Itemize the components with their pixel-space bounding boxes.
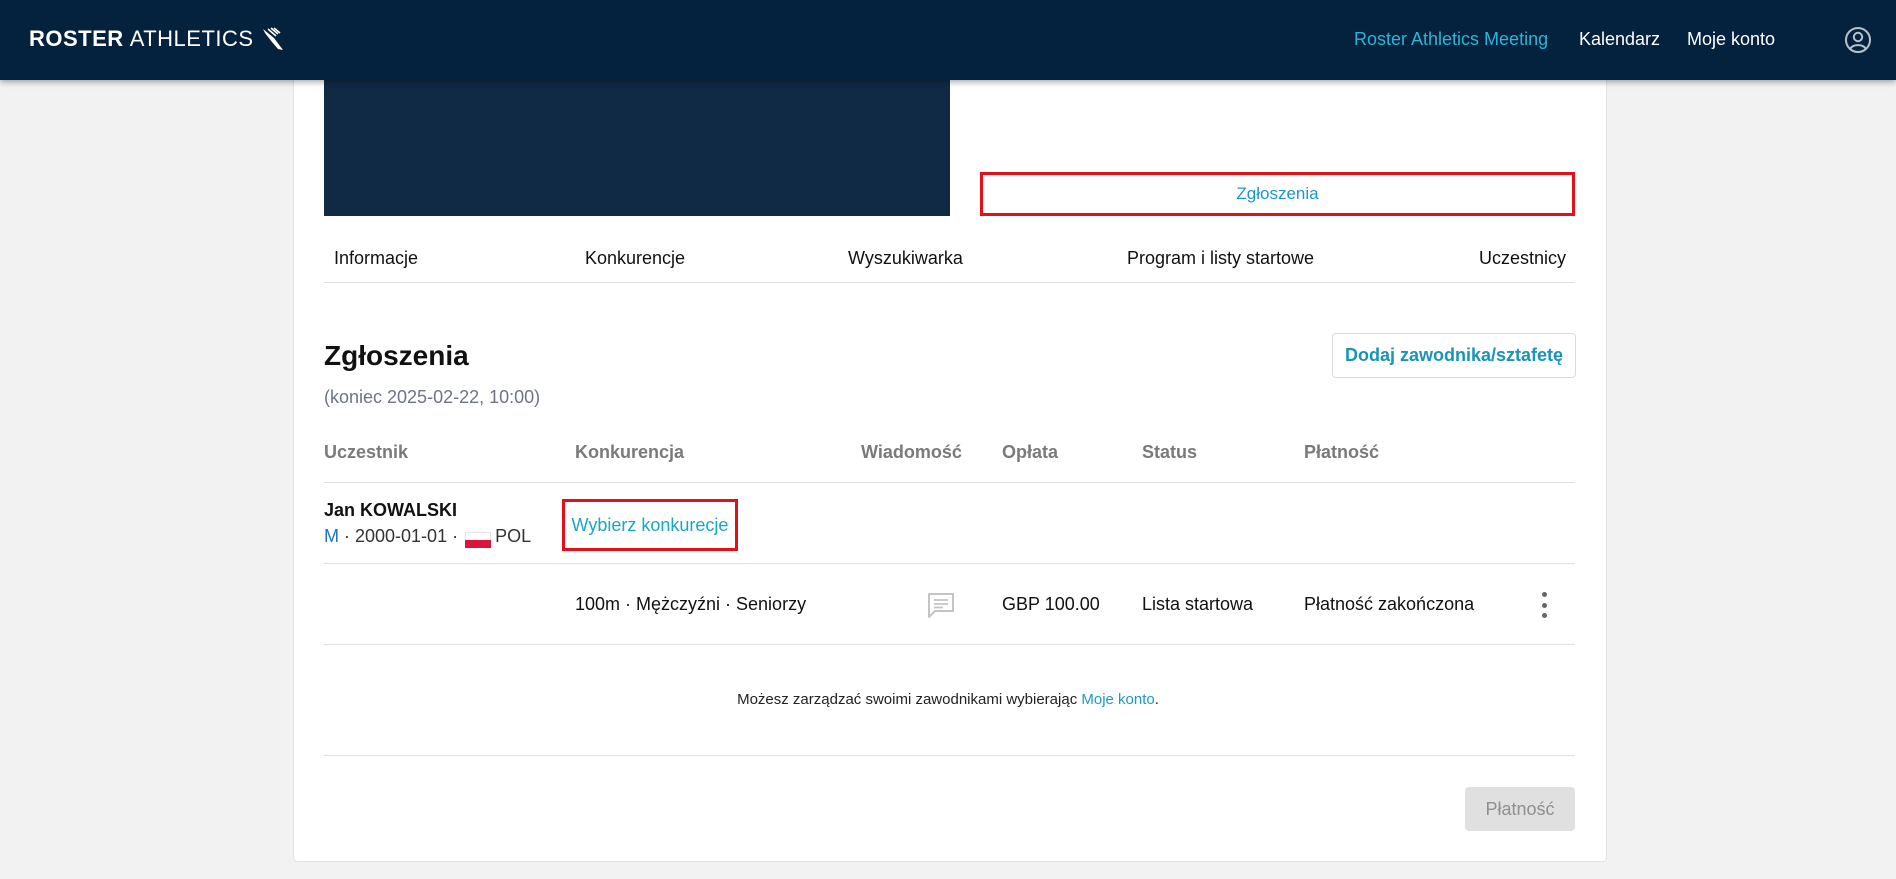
- my-account-link[interactable]: Moje konto: [1081, 691, 1154, 708]
- manage-end: .: [1154, 691, 1159, 708]
- top-navigation-bar: ROSTER ATHLETICS Roster Athletics Meetin…: [0, 0, 1896, 80]
- athlete-birthdate: 2000-01-01: [355, 526, 448, 546]
- more-options-icon[interactable]: [1539, 592, 1549, 618]
- meta-separator: ·: [339, 526, 355, 546]
- column-header-uczestnik: Uczestnik: [324, 442, 409, 462]
- entry-fee: GBP 100.00: [1002, 594, 1100, 614]
- divider: [324, 644, 1575, 645]
- athlete-sex: M: [324, 526, 339, 546]
- add-athlete-button[interactable]: Dodaj zawodnika/sztafetę: [1332, 333, 1576, 378]
- tab-informacje[interactable]: Informacje: [334, 248, 418, 269]
- entry-payment-status: Płatność zakończona: [1304, 594, 1475, 614]
- chat-icon[interactable]: [927, 592, 955, 618]
- column-header-konkurencja: Konkurencja: [575, 442, 685, 462]
- entry-status: Lista startowa: [1142, 594, 1254, 614]
- nav-moje-konto[interactable]: Moje konto: [1687, 29, 1775, 50]
- poland-flag-icon: [465, 531, 492, 548]
- brand-logo[interactable]: ROSTER ATHLETICS: [29, 26, 286, 52]
- entries-button[interactable]: Zgłoszenia: [980, 172, 1575, 216]
- entries-deadline: (koniec 2025-02-22, 10:00): [324, 387, 541, 407]
- tab-konkurencje[interactable]: Konkurencje: [585, 248, 685, 269]
- divider: [324, 563, 1575, 564]
- column-header-status: Status: [1142, 442, 1198, 462]
- athlete-country: POL: [495, 526, 532, 546]
- entry-event: 100m · Mężczyźni · Seniorzy: [575, 594, 807, 614]
- brand-name-light: ATHLETICS: [129, 26, 254, 51]
- tab-program[interactable]: Program i listy startowe: [1127, 248, 1314, 269]
- athlete-meta: M · 2000-01-01 · POL: [324, 526, 532, 548]
- divider: [324, 755, 1575, 756]
- tab-wyszukiwarka[interactable]: Wyszukiwarka: [848, 248, 963, 269]
- divider: [324, 482, 1575, 483]
- manage-text: Możesz zarządzać swoimi zawodnikami wybi…: [737, 691, 1078, 708]
- column-header-wiadomosc: Wiadomość: [861, 442, 962, 462]
- event-banner-image: [324, 80, 950, 216]
- brand-name-bold: ROSTER: [29, 26, 124, 51]
- column-header-oplata: Opłata: [1002, 442, 1059, 462]
- meta-separator: ·: [447, 526, 464, 546]
- nav-roster-athletics-meeting[interactable]: Roster Athletics Meeting: [1354, 29, 1548, 50]
- page-title: Zgłoszenia: [324, 340, 469, 371]
- manage-athletes-note: Możesz zarządzać swoimi zawodnikami wybi…: [0, 691, 1896, 708]
- nav-kalendarz[interactable]: Kalendarz: [1579, 29, 1660, 50]
- event-tabs: Informacje Konkurencje Wyszukiwarka Prog…: [324, 240, 1575, 283]
- tab-uczestnicy[interactable]: Uczestnicy: [1479, 248, 1566, 269]
- athlete-name: Jan KOWALSKI: [324, 500, 458, 520]
- winged-shoe-icon: [262, 27, 283, 50]
- account-icon[interactable]: [1844, 26, 1872, 54]
- payment-button[interactable]: Płatność: [1465, 787, 1575, 831]
- column-header-platnosc: Płatność: [1304, 442, 1380, 462]
- choose-event-link[interactable]: Wybierz konkurecje: [562, 499, 738, 551]
